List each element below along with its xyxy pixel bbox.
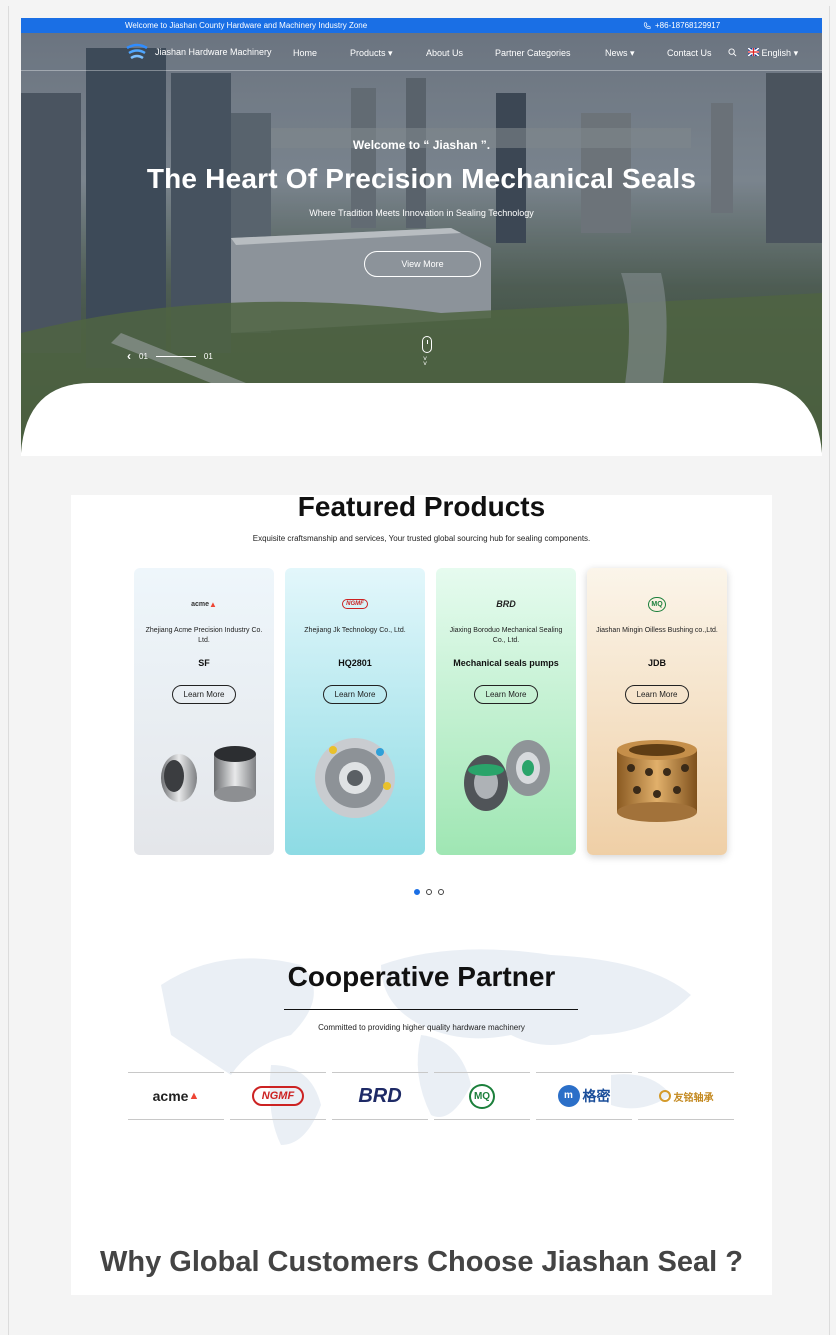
partner-logo-youming[interactable]: 友铭轴承 <box>638 1072 734 1120</box>
learn-more-button[interactable]: Learn More <box>625 685 689 704</box>
featured-title: Featured Products <box>297 495 546 522</box>
top-info-bar: Welcome to Jiashan County Hardware and M… <box>21 18 822 33</box>
prev-arrow-icon[interactable]: ‹ <box>127 349 131 363</box>
seal-product-image <box>315 738 395 818</box>
nav-about-us[interactable]: About Us <box>426 48 463 58</box>
content-panel: Featured Products Exquisite craftsmanshi… <box>71 495 772 1295</box>
carousel-dot[interactable] <box>414 889 420 895</box>
brand-logo-icon <box>126 43 148 60</box>
hero-banner: Jiashan Hardware Machinery Home Products… <box>21 33 822 456</box>
featured-subtitle: Exquisite craftsmanship and services, Yo… <box>252 534 591 543</box>
chevron-down-icon: ▾ <box>388 48 393 58</box>
pager-total: 01 <box>203 351 213 361</box>
carousel-dot[interactable] <box>426 889 432 895</box>
partner-logo-gemi[interactable]: m 格密 <box>536 1072 632 1120</box>
chevron-down-icon: ▾ <box>793 48 799 58</box>
chevron-down-icon: ▾ <box>630 48 635 58</box>
view-more-button[interactable]: View More <box>364 251 481 277</box>
nav-products-label: Products <box>350 48 386 58</box>
hero-kicker: Welcome to “ Jiashan ”. <box>352 138 491 152</box>
hero-bottom-curve <box>21 383 822 456</box>
partner-logo-ngmf[interactable]: NGMF <box>230 1072 326 1120</box>
gemi-mark-icon: m <box>557 1085 580 1107</box>
hero-pager: ‹ 01 01 <box>127 349 213 363</box>
nav-products[interactable]: Products ▾ <box>350 48 393 59</box>
language-selector[interactable]: English ▾ <box>747 47 799 59</box>
acme-mark-icon: ▲ <box>188 1090 200 1102</box>
learn-more-button[interactable]: Learn More <box>474 685 538 704</box>
pager-line <box>155 355 196 357</box>
pump-seal-product-image <box>464 740 550 811</box>
language-label: English <box>761 48 792 58</box>
acme-logo-icon: acme ▲ <box>191 599 217 609</box>
card-model: JDB <box>647 658 666 668</box>
phone-contact[interactable]: +86-18768129917 <box>643 21 720 30</box>
partner-logo-row: acme ▲ NGMF BRD MQ m 格密 友铭轴承 <box>128 1072 734 1120</box>
hero-subtitle: Where Tradition Meets Innovation in Seal… <box>309 208 534 218</box>
scroll-mouse-icon[interactable] <box>422 336 432 353</box>
product-card[interactable]: acme ▲ Zhejiang Acme Precision Industry C… <box>134 568 274 855</box>
nav-partner-categories[interactable]: Partner Categories <box>495 48 571 58</box>
title-underline <box>284 1009 578 1010</box>
partners-subtitle: Committed to providing higher quality ha… <box>318 1023 525 1032</box>
card-company: Zhejiang Jk Technology Co., Ltd. <box>304 627 406 634</box>
carousel-dots <box>414 889 444 895</box>
ngmf-logo-icon: NGMF <box>340 596 370 612</box>
card-model: Mechanical seals pumps <box>453 658 559 668</box>
card-company: Jiashan Mingin Oilless Bushing co.,Ltd. <box>596 627 718 634</box>
partner-logo-brd[interactable]: BRD <box>332 1072 428 1120</box>
world-map-background <box>161 949 691 1145</box>
oilless-bushing-product-image <box>617 740 697 822</box>
welcome-text: Welcome to Jiashan County Hardware and M… <box>125 21 368 30</box>
phone-icon <box>643 21 651 29</box>
phone-number: +86-18768129917 <box>655 21 721 30</box>
partners-title: Cooperative Partner <box>287 961 556 992</box>
card-model: SF <box>198 658 210 668</box>
brand-logo[interactable]: Jiashan Hardware Machinery <box>125 42 272 62</box>
search-button[interactable] <box>728 48 737 59</box>
main-nav: Jiashan Hardware Machinery Home Products… <box>21 33 822 71</box>
bushing-product-image <box>161 746 256 802</box>
search-icon <box>728 48 737 57</box>
mq-logo-icon: MQ <box>642 596 672 612</box>
brd-logo-icon: BRD <box>496 599 516 609</box>
card-model: HQ2801 <box>338 658 372 668</box>
why-choose-title: Why Global Customers Choose Jiashan Seal… <box>100 1246 743 1278</box>
brand-name: Jiashan Hardware Machinery <box>155 47 272 57</box>
pager-current: 01 <box>139 351 148 361</box>
nav-news-label: News <box>605 48 628 58</box>
product-card[interactable]: MQ Jiashan Mingin Oilless Bushing co.,Lt… <box>587 568 727 855</box>
nav-news[interactable]: News ▾ <box>605 48 635 59</box>
card-company: Zhejiang Acme Precision Industry Co. Ltd… <box>145 627 263 644</box>
product-card[interactable]: NGMF Zhejiang Jk Technology Co., Ltd. HQ… <box>285 568 425 855</box>
learn-more-button[interactable]: Learn More <box>323 685 387 704</box>
nav-contact-us[interactable]: Contact Us <box>667 48 712 58</box>
uk-flag-icon <box>747 47 760 57</box>
scroll-down-icon: ˅ ˅ <box>423 356 428 368</box>
partner-logo-acme[interactable]: acme ▲ <box>128 1072 224 1120</box>
nav-home[interactable]: Home <box>293 48 317 58</box>
carousel-dot[interactable] <box>438 889 444 895</box>
youming-mark-icon <box>658 1090 671 1102</box>
learn-more-button[interactable]: Learn More <box>172 685 236 704</box>
hero-title: The Heart Of Precision Mechanical Seals <box>146 163 697 194</box>
card-company: Jiaxing Boroduo Mechanical Sealing Co., … <box>449 627 563 644</box>
partner-logo-mq[interactable]: MQ <box>434 1072 530 1120</box>
product-card[interactable]: BRD Jiaxing Boroduo Mechanical Sealing C… <box>436 568 576 855</box>
